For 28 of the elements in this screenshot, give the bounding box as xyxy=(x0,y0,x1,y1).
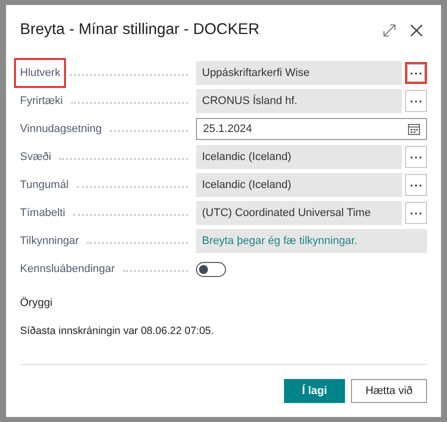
ellipsis-icon xyxy=(410,100,422,102)
last-login-text: Síðasta innskráningin var 08.06.22 07:05. xyxy=(20,324,215,338)
ok-button[interactable]: Í lagi xyxy=(284,379,345,403)
ellipsis-icon xyxy=(410,212,422,214)
input-field[interactable]: (UTC) Coordinated Universal Time xyxy=(196,201,402,225)
section-heading: Öryggi xyxy=(20,296,54,311)
date-field[interactable]: 25.1.2024 xyxy=(196,118,427,140)
ellipsis-icon xyxy=(410,72,422,74)
close-icon[interactable] xyxy=(410,24,423,36)
more-button[interactable] xyxy=(405,62,427,84)
expand-icon[interactable] xyxy=(383,24,396,36)
toggle-switch[interactable] xyxy=(196,262,226,276)
dialog-title: Breyta - Mínar stillingar - DOCKER xyxy=(20,20,260,40)
field-label: Tungumál xyxy=(20,178,69,193)
input-field[interactable]: Uppáskriftarkerfi Wise xyxy=(196,61,402,85)
field-label: Vinnudagsetning xyxy=(20,122,102,137)
field-label: Tímabelti xyxy=(20,206,66,221)
input-field[interactable]: Icelandic (Iceland) xyxy=(196,173,402,197)
ellipsis-icon xyxy=(410,184,422,186)
ellipsis-icon xyxy=(410,156,422,158)
field-label: Fyrirtæki xyxy=(20,94,63,109)
cancel-button[interactable]: Hætta við xyxy=(351,379,427,403)
input-field[interactable]: CRONUS Ísland hf. xyxy=(196,89,402,113)
calendar-icon xyxy=(408,123,420,135)
field-label: Svæði xyxy=(20,150,52,165)
field-label: Kennsluábendingar xyxy=(20,262,115,277)
input-field[interactable]: Icelandic (Iceland) xyxy=(196,145,402,169)
field-label: Tilkynningar xyxy=(20,234,79,249)
